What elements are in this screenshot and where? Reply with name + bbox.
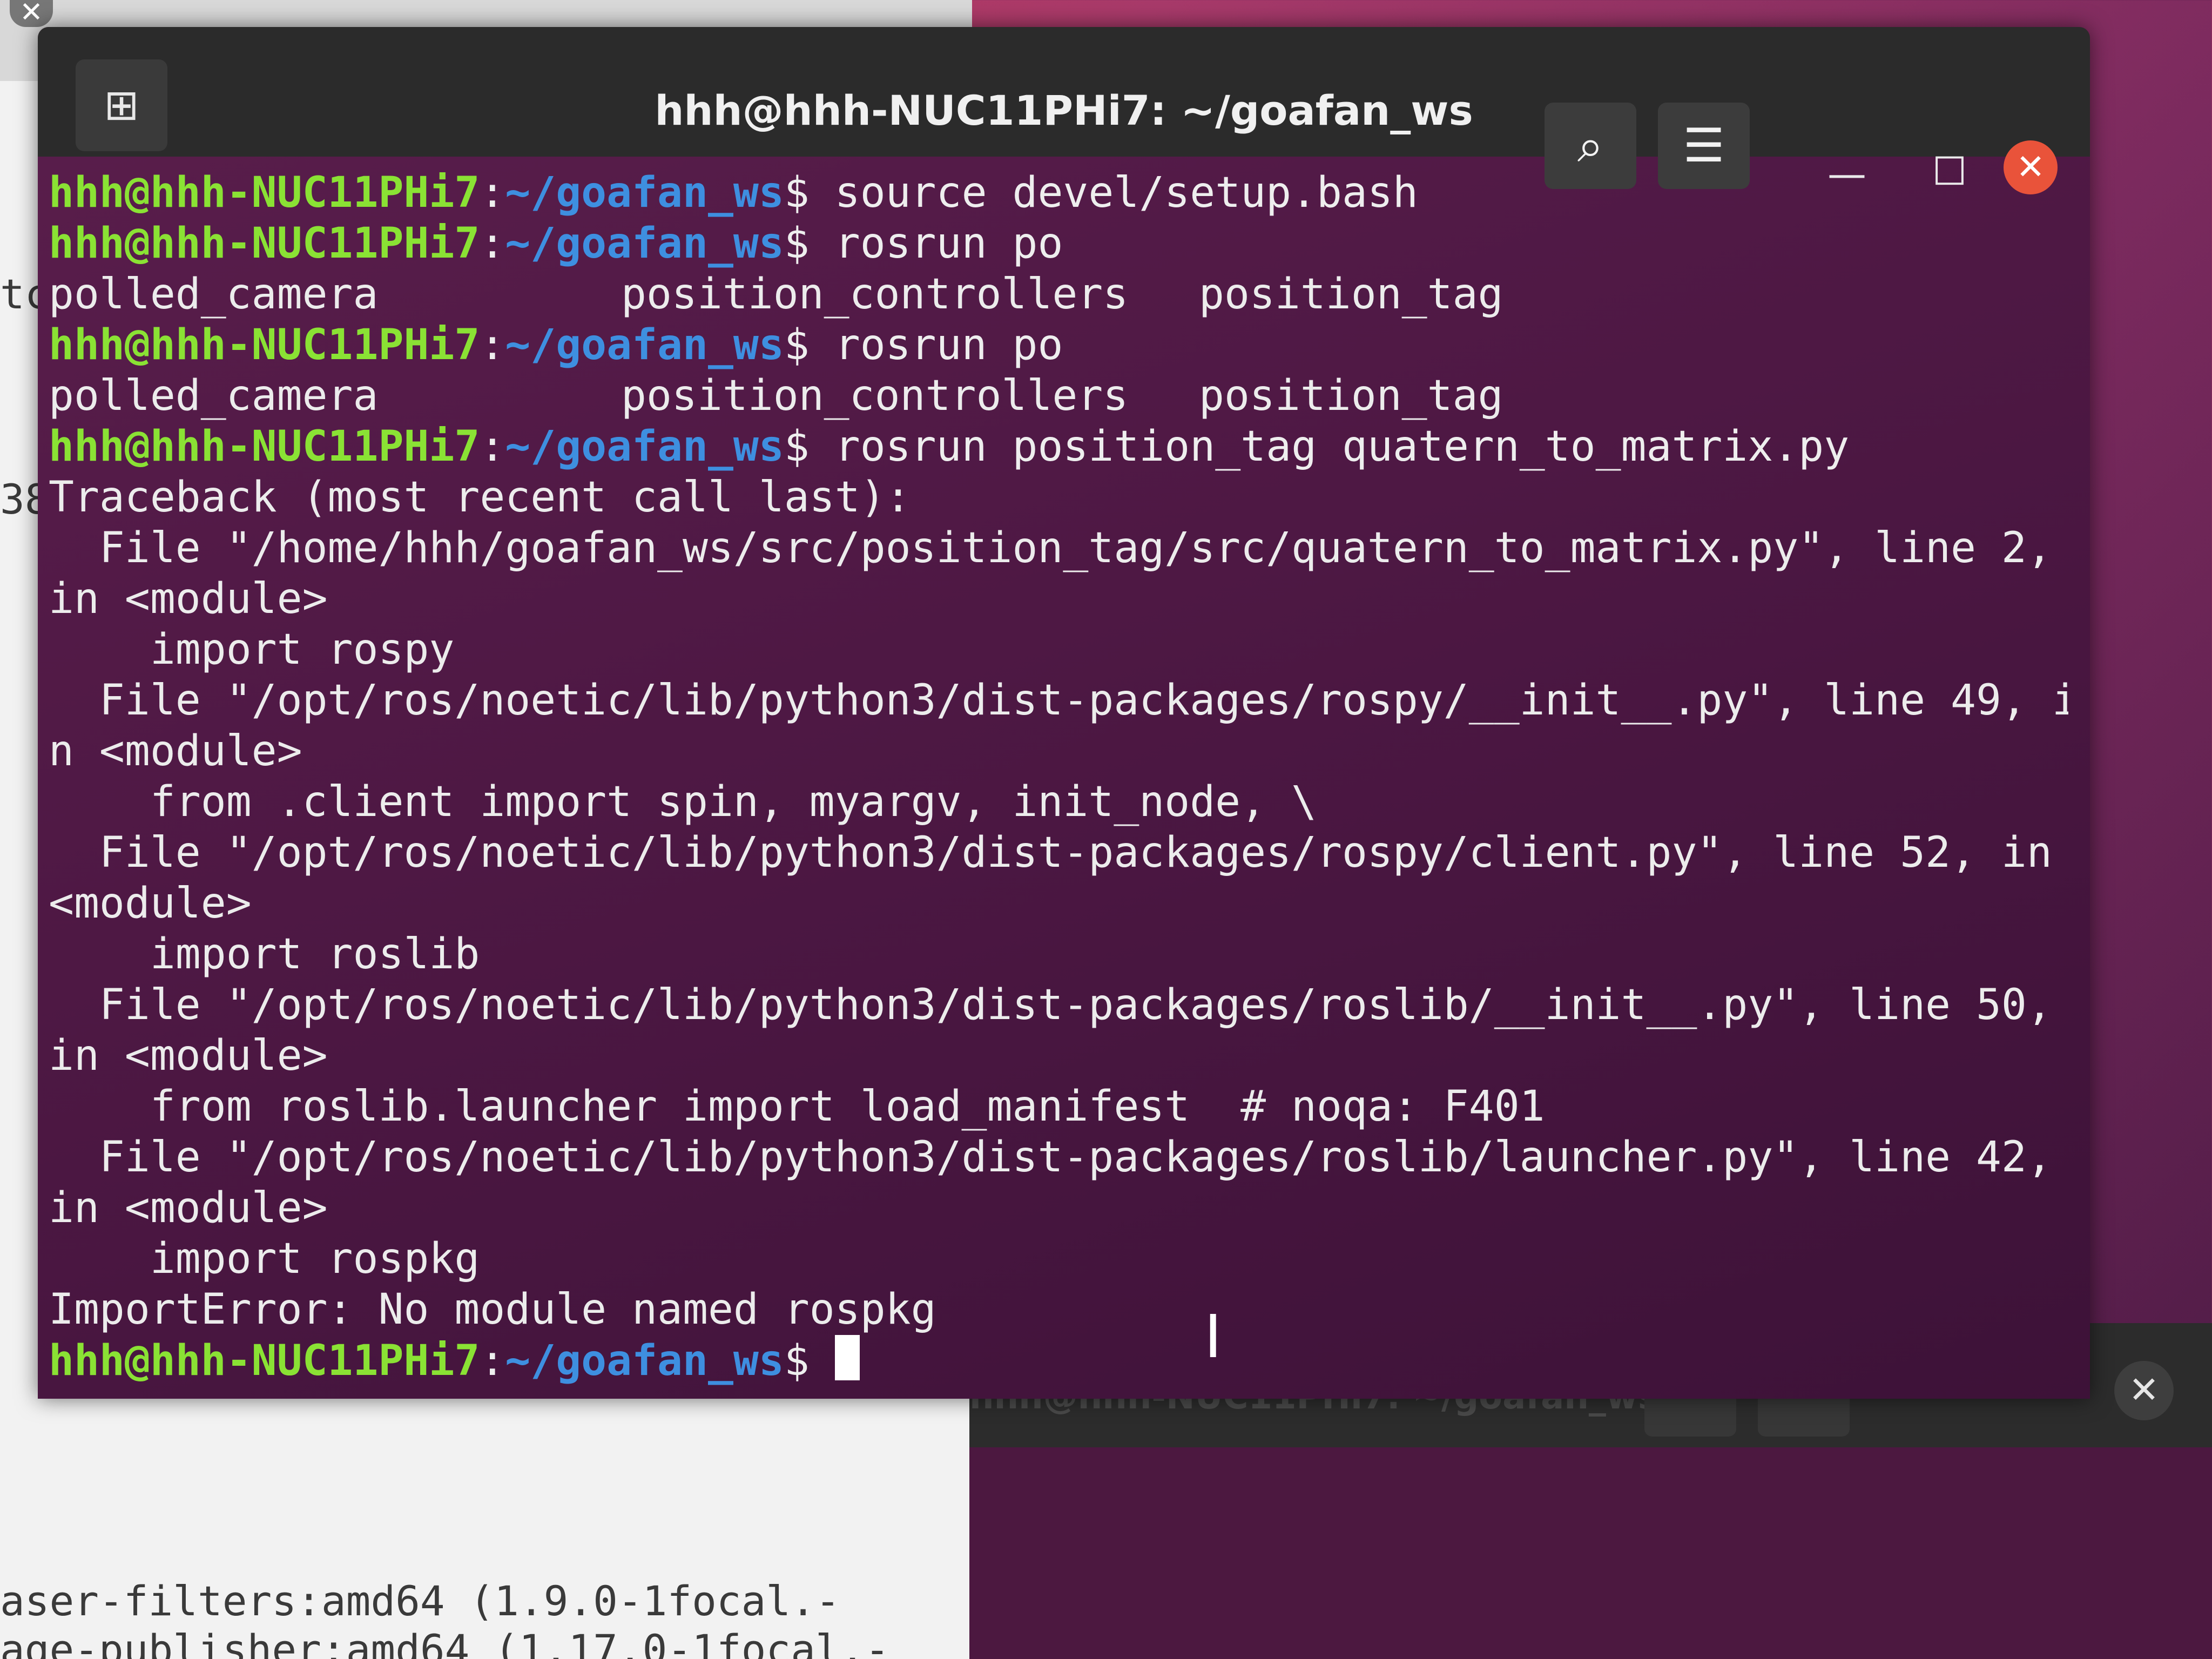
output-line: in <module> bbox=[49, 575, 328, 623]
window-title: hhh@hhh-NUC11PHi7: ~/goafan_ws bbox=[655, 86, 1473, 134]
background-window-text-line: aser-filters:amd64 (1.9.0-1focal.- bbox=[0, 1577, 840, 1625]
command-text bbox=[810, 1337, 835, 1385]
prompt-user: hhh@hhh-NUC11PHi7 bbox=[49, 422, 480, 471]
output-line: n <module> bbox=[49, 727, 302, 775]
output-line: <module> bbox=[49, 879, 252, 928]
prompt-line: hhh@hhh-NUC11PHi7:~/goafan_ws$ rosrun po bbox=[49, 320, 1063, 370]
terminal-window[interactable]: ⊞ hhh@hhh-NUC11PHi7: ~/goafan_ws ⌕ ☰ — ☐… bbox=[38, 27, 2090, 1399]
output-line: from .client import spin, myargv, init_n… bbox=[49, 778, 1317, 826]
prompt-colon: : bbox=[480, 219, 505, 268]
command-text: source devel/setup.bash bbox=[809, 168, 1418, 217]
prompt-colon: : bbox=[480, 321, 505, 369]
background-window-text-line: age-publisher:amd64 (1.17.0-1focal.- bbox=[0, 1626, 890, 1659]
prompt-dollar: $ bbox=[784, 219, 810, 268]
prompt-user: hhh@hhh-NUC11PHi7 bbox=[49, 321, 480, 369]
output-line: import roslib bbox=[49, 930, 480, 979]
prompt-path: ~/goafan_ws bbox=[505, 1337, 784, 1385]
prompt-user: hhh@hhh-NUC11PHi7 bbox=[49, 168, 480, 217]
completion-item: polled_camera bbox=[49, 270, 379, 319]
prompt-dollar: $ bbox=[784, 321, 810, 369]
completion-line: polled_camera position_controllers positio… bbox=[49, 370, 2047, 421]
output-line: File "/opt/ros/noetic/lib/python3/dist-p… bbox=[49, 676, 2068, 725]
command-text: rosrun po bbox=[809, 321, 1063, 369]
output-line: Traceback (most recent call last): bbox=[49, 473, 911, 522]
output-line: from roslib.launcher import load_manifes… bbox=[49, 1082, 1545, 1131]
command-text: rosrun position_tag quatern_to_matrix.py bbox=[809, 422, 1850, 471]
output-line: File "/opt/ros/noetic/lib/python3/dist-p… bbox=[49, 981, 2052, 1029]
prompt-dollar: $ bbox=[784, 422, 810, 471]
prompt-user: hhh@hhh-NUC11PHi7 bbox=[49, 219, 480, 268]
prompt-path: ~/goafan_ws bbox=[505, 321, 784, 369]
prompt-path: ~/goafan_ws bbox=[505, 168, 784, 217]
prompt-dollar: $ bbox=[784, 168, 810, 217]
command-text: rosrun po bbox=[809, 219, 1063, 268]
completion-line: polled_camera position_controllers positio… bbox=[49, 269, 2047, 320]
prompt-line: hhh@hhh-NUC11PHi7:~/goafan_ws$ rosrun po… bbox=[49, 421, 1849, 472]
completion-item: position_tag bbox=[1199, 270, 1503, 319]
prompt-line: hhh@hhh-NUC11PHi7:~/goafan_ws$ source de… bbox=[49, 167, 1418, 218]
prompt-colon: : bbox=[480, 422, 505, 471]
prompt-colon: : bbox=[480, 1337, 505, 1385]
output-line: in <module> bbox=[49, 1184, 328, 1232]
prompt-path: ~/goafan_ws bbox=[505, 219, 784, 268]
output-line: File "/opt/ros/noetic/lib/python3/dist-p… bbox=[49, 1133, 2052, 1182]
output-line: import rospy bbox=[49, 625, 455, 674]
terminal-output[interactable]: hhh@hhh-NUC11PHi7:~/goafan_ws$ source de… bbox=[49, 157, 2068, 1393]
output-line: import rospkg bbox=[49, 1235, 480, 1283]
output-line: in <module> bbox=[49, 1031, 328, 1080]
terminal-cursor bbox=[834, 1335, 860, 1380]
background-terminal-close-icon[interactable]: ✕ bbox=[2114, 1361, 2174, 1420]
completion-item: position_tag bbox=[1199, 372, 1503, 420]
terminal-titlebar: ⊞ hhh@hhh-NUC11PHi7: ~/goafan_ws ⌕ ☰ — ☐… bbox=[38, 27, 2090, 197]
prompt-colon: : bbox=[480, 168, 505, 217]
prompt-dollar: $ bbox=[784, 1337, 810, 1385]
text-cursor-ibeam-icon: I bbox=[1204, 1302, 1222, 1371]
completion-item: position_controllers bbox=[621, 270, 1129, 319]
completion-item: position_controllers bbox=[621, 372, 1129, 420]
prompt-line: hhh@hhh-NUC11PHi7:~/goafan_ws$ bbox=[49, 1335, 860, 1386]
prompt-path: ~/goafan_ws bbox=[505, 422, 784, 471]
output-line: File "/home/hhh/goafan_ws/src/position_t… bbox=[49, 524, 2052, 572]
prompt-user: hhh@hhh-NUC11PHi7 bbox=[49, 1337, 480, 1385]
prompt-line: hhh@hhh-NUC11PHi7:~/goafan_ws$ rosrun po bbox=[49, 218, 1063, 269]
completion-item: polled_camera bbox=[49, 372, 379, 420]
output-line: File "/opt/ros/noetic/lib/python3/dist-p… bbox=[49, 828, 2052, 877]
output-line: ImportError: No module named rospkg bbox=[49, 1285, 936, 1334]
background-window-close-icon[interactable]: ✕ bbox=[10, 0, 53, 27]
